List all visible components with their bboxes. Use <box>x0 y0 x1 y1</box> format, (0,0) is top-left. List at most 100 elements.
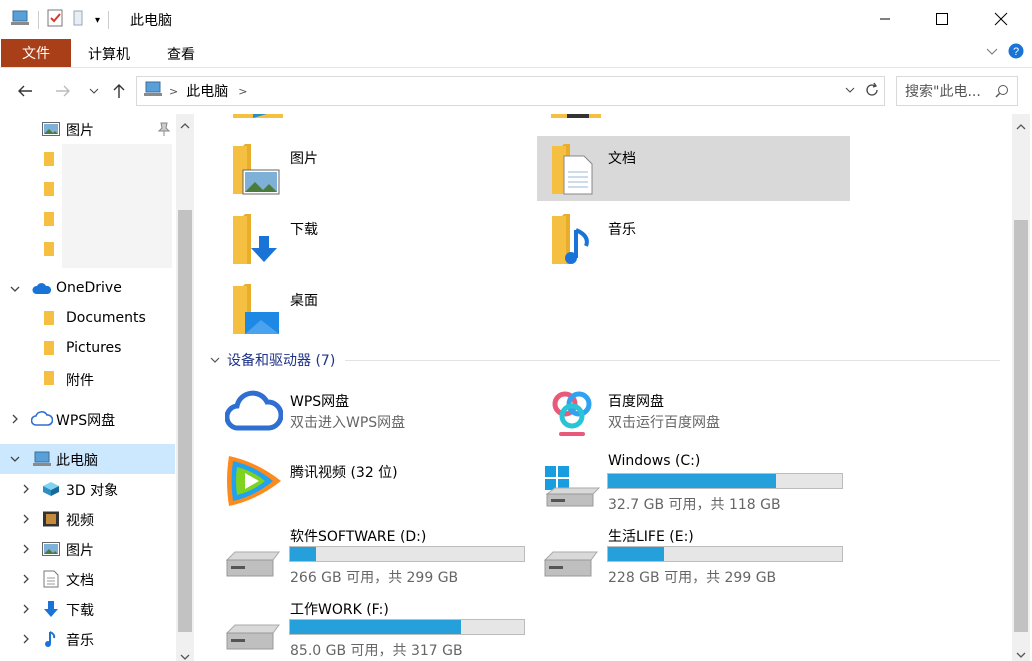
navigation-bar: > 此电脑 > 搜索"此电... <box>0 72 1032 110</box>
chevron-down-icon[interactable] <box>209 354 221 366</box>
sidebar-item-documents-pc[interactable]: 文档 <box>0 564 175 594</box>
sidebar-item-videos[interactable]: 视频 <box>0 504 175 534</box>
drive-usage-text: 32.7 GB 可用，共 118 GB <box>608 497 781 513</box>
chevron-down-icon[interactable] <box>9 283 21 295</box>
folder-icon <box>44 242 62 258</box>
sidebar-item-this-pc[interactable]: 此电脑 <box>0 444 175 474</box>
chevron-right-icon[interactable] <box>20 633 32 645</box>
content-scroll-thumb[interactable] <box>1014 220 1028 632</box>
help-button[interactable]: ? <box>1008 43 1024 63</box>
back-button[interactable] <box>14 80 36 102</box>
tab-computer[interactable]: 计算机 <box>88 44 130 64</box>
sidebar-item-pictures-onedrive[interactable]: Pictures <box>0 334 175 364</box>
sidebar-item-downloads[interactable]: 下载 <box>0 594 175 624</box>
maximize-button[interactable] <box>913 0 971 38</box>
scroll-up-arrow[interactable] <box>180 118 190 134</box>
hard-drive-icon <box>543 551 598 577</box>
sidebar-scroll-thumb[interactable] <box>178 210 192 632</box>
pictures-icon <box>42 121 60 137</box>
drive-item-e[interactable] <box>543 546 599 586</box>
pin-icon[interactable] <box>157 122 171 140</box>
folder-item-downloads[interactable] <box>231 212 281 270</box>
desktop-folder-icon <box>233 284 279 334</box>
content-scrollbar[interactable] <box>1012 114 1030 661</box>
chevron-right-icon[interactable] <box>20 573 32 585</box>
tab-file[interactable]: 文件 <box>1 39 71 67</box>
devices-section-header[interactable]: 设备和驱动器 (7) <box>209 350 335 370</box>
onedrive-cloud-icon <box>32 281 52 297</box>
sidebar-item-onedrive[interactable]: OneDrive <box>0 274 175 304</box>
computer-icon <box>143 81 163 101</box>
expand-ribbon-button[interactable] <box>985 44 999 62</box>
refresh-icon[interactable] <box>864 82 880 102</box>
up-button[interactable] <box>108 80 130 102</box>
sidebar-scrollbar[interactable] <box>176 114 194 661</box>
sidebar-item-documents[interactable]: Documents <box>0 304 175 334</box>
drive-usage-text: 266 GB 可用，共 299 GB <box>290 570 459 586</box>
sidebar-item-attachments[interactable]: 附件 <box>0 364 175 394</box>
documents-folder-icon <box>552 144 593 195</box>
folder-item-documents[interactable] <box>550 142 600 200</box>
chevron-down-icon[interactable] <box>9 453 21 465</box>
sidebar-item-pictures[interactable]: 图片 <box>0 534 175 564</box>
customize-toolbar-dropdown[interactable]: ▾ <box>95 15 100 26</box>
sidebar-item-label: 下载 <box>66 603 94 619</box>
breadcrumb-this-pc[interactable]: 此电脑 <box>186 81 228 101</box>
pictures-icon <box>42 541 60 557</box>
chevron-right-icon[interactable] <box>20 513 32 525</box>
folder-icon <box>44 311 62 327</box>
sidebar-item-music[interactable]: 音乐 <box>0 624 175 654</box>
address-dropdown-button[interactable] <box>844 84 856 100</box>
scroll-down-arrow[interactable] <box>1016 647 1026 661</box>
folder-item-music[interactable] <box>550 212 600 270</box>
drive-name: Windows (C:) <box>608 453 701 469</box>
device-subtitle: 双击进入WPS网盘 <box>290 415 406 431</box>
content-pane: 图片 文档 下载 音乐 桌面 设备和驱动器 (7) WPS网盘 双击进入WPS网… <box>195 114 1010 661</box>
tab-view[interactable]: 查看 <box>167 44 195 64</box>
sidebar-item-3d-objects[interactable]: 3D 对象 <box>0 474 175 504</box>
drive-usage-fill <box>608 474 777 488</box>
chevron-right-icon[interactable] <box>20 543 32 555</box>
drive-item-c[interactable] <box>543 464 601 512</box>
chevron-right-icon[interactable]: > <box>169 85 178 98</box>
chevron-right-icon[interactable] <box>9 413 21 425</box>
device-item-wps[interactable] <box>224 386 284 438</box>
folder-label: 文档 <box>608 151 636 167</box>
device-name: 百度网盘 <box>608 394 664 410</box>
3d-cube-icon <box>42 481 60 497</box>
chevron-right-icon[interactable]: > <box>238 85 247 98</box>
chevron-right-icon[interactable] <box>20 483 32 495</box>
hard-drive-icon <box>225 624 280 650</box>
forward-button[interactable] <box>52 80 74 102</box>
chevron-right-icon[interactable] <box>20 603 32 615</box>
sidebar-item-label: 图片 <box>66 123 94 139</box>
3d-objects-folder-icon[interactable] <box>233 114 283 130</box>
device-item-baidu[interactable] <box>545 382 599 444</box>
close-button[interactable] <box>972 0 1030 38</box>
minimize-button[interactable] <box>856 0 914 38</box>
sidebar-item-pictures-pinned[interactable]: 图片 <box>0 114 175 144</box>
title-bar: ▾ 此电脑 <box>0 0 1032 38</box>
folder-icon <box>44 371 62 387</box>
search-input[interactable]: 搜索"此电... <box>896 76 1018 106</box>
drive-name: 工作WORK (F:) <box>290 602 389 618</box>
new-folder-icon[interactable] <box>71 9 87 31</box>
address-bar[interactable]: > 此电脑 > <box>136 76 885 106</box>
navigation-pane: 图片 OneDrive Documents Pictures 附件 WPS网盘 … <box>0 114 195 661</box>
scroll-down-arrow[interactable] <box>180 649 190 661</box>
sidebar-item-label: 文档 <box>66 573 94 589</box>
sidebar-item-label: Pictures <box>66 340 122 356</box>
scroll-up-arrow[interactable] <box>1016 119 1026 135</box>
videos-folder-icon[interactable] <box>551 114 601 130</box>
properties-icon[interactable] <box>47 9 63 31</box>
drive-item-f[interactable] <box>225 619 281 659</box>
folder-item-desktop[interactable] <box>231 282 281 340</box>
folder-item-pictures[interactable] <box>231 142 281 200</box>
sidebar-item-label: WPS网盘 <box>56 413 116 429</box>
music-note-icon <box>43 630 61 647</box>
sidebar-item-wps[interactable]: WPS网盘 <box>0 404 175 434</box>
device-item-tencent-video[interactable] <box>223 452 285 514</box>
drive-item-d[interactable] <box>225 546 281 586</box>
recent-locations-dropdown[interactable] <box>83 80 105 102</box>
search-icon <box>995 84 1009 102</box>
